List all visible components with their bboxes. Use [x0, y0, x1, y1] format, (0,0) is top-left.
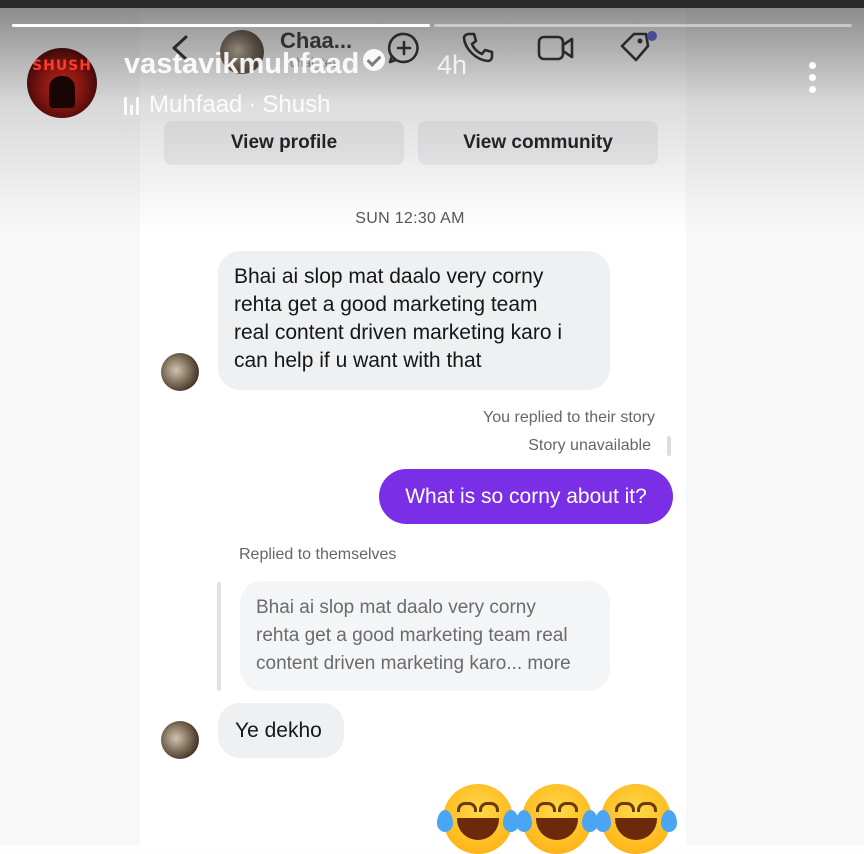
- message-line: Bhai ai slop mat daalo very corny: [234, 265, 544, 288]
- story-top-edge: [0, 0, 864, 8]
- music-artist: Muhfaad: [149, 91, 243, 118]
- music-bars-icon: [124, 95, 139, 115]
- quote-bar: [217, 582, 221, 691]
- add-chat-icon[interactable]: [386, 30, 422, 66]
- avatar-figure: [49, 76, 75, 108]
- video-call-icon[interactable]: [537, 33, 575, 63]
- story-unavailable-label: Story unavailable: [528, 437, 651, 454]
- laughing-tears-emoji-icon: [437, 784, 519, 854]
- sender-avatar[interactable]: [161, 353, 199, 391]
- view-profile-button[interactable]: View profile: [164, 121, 404, 165]
- tag-icon[interactable]: [618, 30, 658, 66]
- story-reply-bar: [667, 436, 671, 456]
- quote-line: Bhai ai slop mat daalo very corny: [256, 597, 536, 618]
- avatar-logo-text: SHUSH: [32, 58, 92, 74]
- incoming-message[interactable]: Ye dekho: [218, 703, 344, 758]
- incoming-message[interactable]: Bhai ai slop mat daalo very corny rehta …: [218, 251, 610, 390]
- message-timestamp: SUN 12:30 AM: [355, 210, 465, 227]
- sender-avatar[interactable]: [161, 721, 199, 759]
- message-line: can help if u want with that: [234, 349, 482, 372]
- replied-to-story-label: You replied to their story: [483, 409, 655, 426]
- story-progress-fill: [12, 24, 430, 27]
- story-progress-bar: [12, 24, 430, 27]
- story-avatar[interactable]: SHUSH: [27, 48, 97, 118]
- view-community-button[interactable]: View community: [418, 121, 658, 165]
- outgoing-message[interactable]: What is so corny about it?: [379, 469, 673, 524]
- laughing-tears-emoji-icon: [595, 784, 677, 854]
- message-line: rehta get a good marketing team: [234, 293, 538, 316]
- quoted-message[interactable]: Bhai ai slop mat daalo very corny rehta …: [240, 581, 610, 691]
- message-line: real content driven marketing karo i: [234, 321, 562, 344]
- quote-line: content driven marketing karo... more: [256, 653, 571, 674]
- replied-to-themselves-label: Replied to themselves: [239, 546, 397, 563]
- story-username[interactable]: vastavikmuhfaad: [124, 48, 386, 81]
- laughing-tears-emoji-icon: [516, 784, 598, 854]
- music-separator: ·: [248, 91, 257, 118]
- music-title: Shush: [262, 91, 331, 118]
- emoji-message[interactable]: [437, 784, 677, 854]
- quote-line: rehta get a good marketing team real: [256, 625, 568, 646]
- story-time: 4h: [437, 50, 468, 80]
- story-music[interactable]: Muhfaad · Shush: [124, 91, 330, 119]
- story-username-text: vastavikmuhfaad: [124, 48, 360, 80]
- verified-badge-icon: [363, 49, 386, 71]
- story-progress-bar: [434, 24, 852, 27]
- more-options-icon[interactable]: [800, 62, 824, 102]
